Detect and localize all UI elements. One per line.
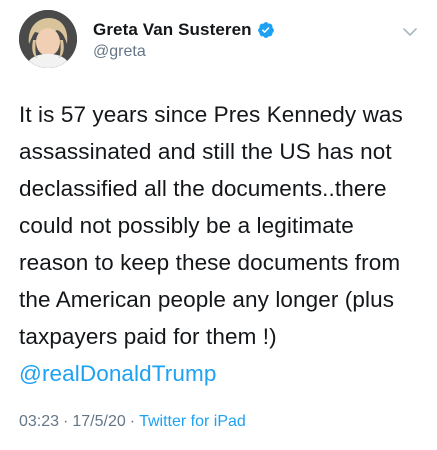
profile-avatar[interactable] (19, 10, 77, 68)
meta-separator: · (129, 413, 136, 430)
author-name[interactable]: Greta Van Susteren (93, 20, 252, 40)
tweet-time[interactable]: 03:23 (19, 413, 59, 431)
tweet-card: Greta Van Susteren @greta It is 57 years… (0, 0, 437, 450)
chevron-down-icon[interactable] (403, 24, 417, 36)
mention-link[interactable]: @realDonaldTrump (19, 361, 216, 386)
author-handle[interactable]: @greta (93, 43, 275, 61)
verified-badge-icon (257, 21, 275, 39)
tweet-date[interactable]: 17/5/20 (72, 413, 125, 431)
tweet-text-content: It is 57 years since Pres Kennedy was as… (19, 102, 403, 349)
tweet-source-link[interactable]: Twitter for iPad (139, 413, 246, 431)
author-block[interactable]: Greta Van Susteren @greta (93, 19, 275, 61)
author-name-row: Greta Van Susteren (93, 19, 275, 41)
tweet-text: It is 57 years since Pres Kennedy was as… (19, 96, 427, 392)
meta-separator: · (63, 413, 69, 430)
tweet-metadata: 03:23 · 17/5/20 · Twitter for iPad (19, 413, 246, 431)
